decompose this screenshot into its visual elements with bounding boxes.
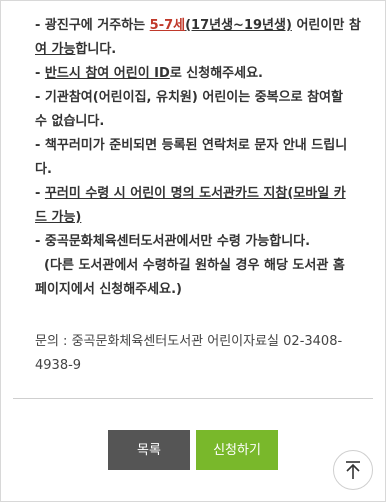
divider [13,398,373,399]
notice-item-sms-cont: 다. [35,162,52,177]
child-id-emphasis: 반드시 참여 어린이 ID [44,66,170,81]
notice-item-library-card-cont: 드 가능) [35,210,82,225]
notice-item-pickup: - 중곡문화체육센터도서관에서만 수령 가능합니다. [35,234,311,249]
scroll-to-top-button[interactable] [333,450,373,490]
contact-line-cont: 4938-9 [35,358,82,373]
notice-item-sms: - 책꾸러미가 준비되면 등록된 연락처로 문자 안내 드립니 [35,138,348,153]
notice-item-library-card: - 꾸러미 수령 시 어린이 명의 도서관카드 지참(모바일 카 [35,186,346,201]
notice-item-residence-cont: 여 가능합니다. [35,42,117,57]
notice-item-institution-cont: 수 없습니다. [35,114,105,129]
age-range: 5-7세 [149,18,186,33]
notice-item-residence: - 광진구에 거주하는 5-7세(17년생~19년생) 어린이만 참 [35,18,361,33]
birth-years: (17년생~19년생) [185,18,292,33]
notice-item-id: - 반드시 참여 어린이 ID로 신청해주세요. [35,66,263,81]
list-button[interactable]: 목록 [108,430,190,470]
contact-line: 문의 : 중곡문화체육센터도서관 어린이자료실 02-3408- [35,334,343,349]
apply-button[interactable]: 신청하기 [196,430,278,470]
notice-list: - 광진구에 거주하는 5-7세(17년생~19년생) 어린이만 참 여 가능합… [35,14,361,302]
arrow-up-to-top-icon [346,461,360,479]
notice-item-pickup-other: (다른 도서관에서 수령하길 원하실 경우 해당 도서관 홈 [35,258,345,273]
notice-item-pickup-other-cont: 페이지에서 신청해주세요.) [35,282,182,297]
notice-item-institution: - 기관참여(어린이집, 유치원) 어린이는 중복으로 참여할 [35,90,343,105]
contact-info: 문의 : 중곡문화체육센터도서관 어린이자료실 02-3408- 4938-9 [35,330,355,378]
